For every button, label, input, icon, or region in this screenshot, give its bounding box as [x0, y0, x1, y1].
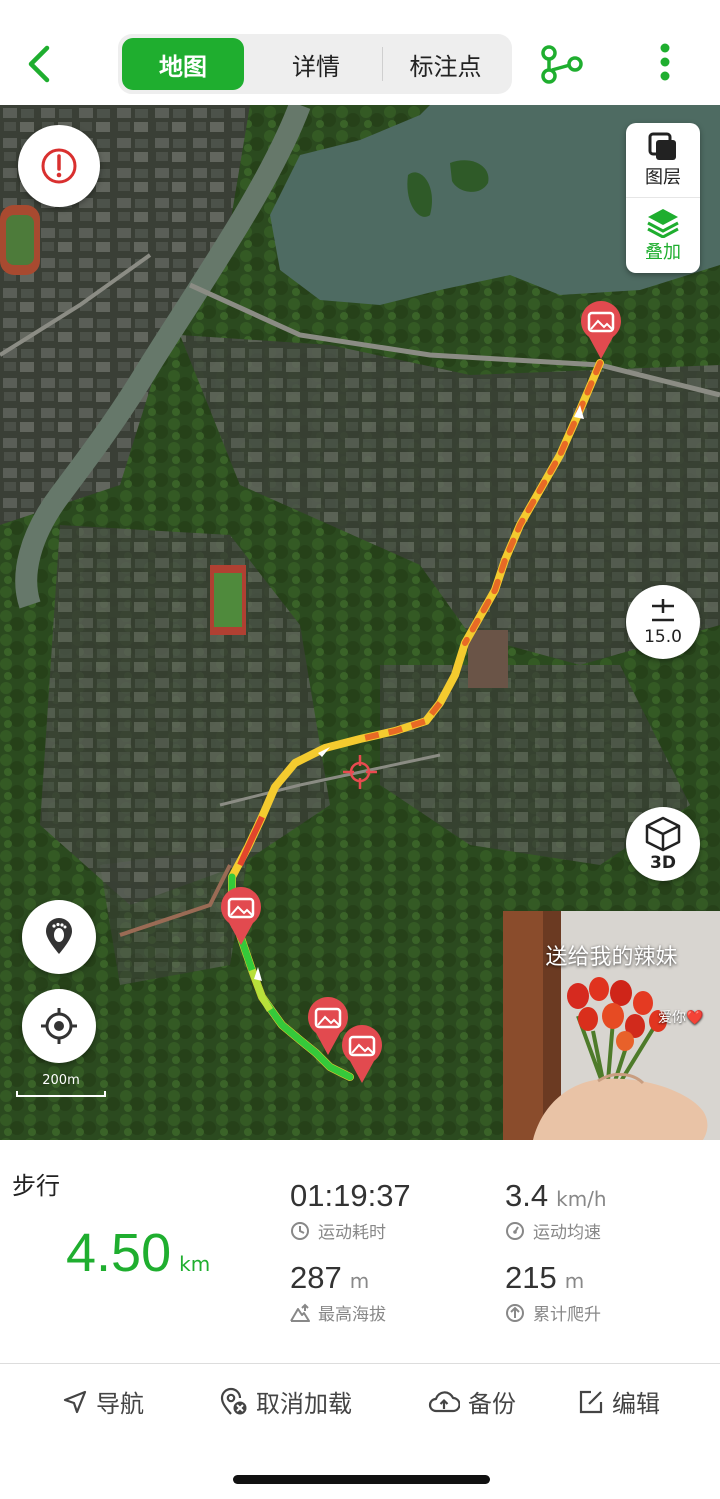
stats-panel: 步行 4.50 km 01:19:37 运动耗时 3.4 km/h 运动均速 2…: [0, 1140, 720, 1364]
avg-speed-value: 3.4: [505, 1178, 549, 1213]
edit-icon: [579, 1390, 603, 1413]
3d-toggle-button[interactable]: 3D: [626, 807, 700, 881]
stat-max-altitude: 287 m 最高海拔: [290, 1260, 386, 1325]
layers-button[interactable]: 图层: [626, 123, 700, 197]
layers-icon: [648, 132, 676, 160]
distance-unit: km: [179, 1252, 211, 1276]
alert-button[interactable]: [18, 125, 100, 207]
backup-label: 备份: [468, 1390, 516, 1418]
plus-minus-icon: [652, 599, 674, 622]
edit-label: 编辑: [612, 1390, 660, 1418]
photo-thumbnail[interactable]: 送给我的辣妹 爱你❤️: [503, 911, 720, 1140]
max-altitude-value: 287: [290, 1260, 342, 1295]
photo-caption: 送给我的辣妹: [545, 945, 678, 970]
footprint-pin-icon: [46, 918, 72, 954]
chevron-left-icon: [28, 45, 50, 83]
overlay-stack-icon: [647, 208, 679, 238]
overlay-label: 叠加: [645, 241, 681, 263]
zoom-button[interactable]: 15.0: [626, 585, 700, 659]
tab-markers[interactable]: 标注点: [383, 38, 508, 90]
cancel-load-label: 取消加载: [256, 1390, 352, 1418]
navigate-label: 导航: [96, 1390, 144, 1418]
photo-marker[interactable]: [219, 887, 263, 947]
mountain-peak-icon: [290, 1303, 310, 1322]
duration-label: 运动耗时: [318, 1223, 386, 1243]
stat-avg-speed: 3.4 km/h 运动均速: [505, 1178, 607, 1243]
photo-marker[interactable]: [579, 301, 623, 361]
tab-map[interactable]: 地图: [122, 38, 244, 90]
photo-marker[interactable]: [340, 1025, 384, 1085]
view-tabs: 地图 详情 标注点: [118, 34, 512, 94]
stat-elevation-gain: 215 m 累计爬升: [505, 1260, 601, 1325]
back-button[interactable]: [14, 36, 64, 92]
navigate-button[interactable]: 导航: [62, 1384, 144, 1419]
cancel-load-button[interactable]: 取消加载: [218, 1384, 352, 1419]
top-bar: 地图 详情 标注点: [0, 0, 720, 105]
more-vertical-icon: [660, 43, 670, 81]
layer-panel: 图层 叠加: [626, 123, 700, 273]
speedometer-icon: [506, 1221, 524, 1240]
bottom-actions: 导航 取消加载 备份 编辑: [0, 1364, 720, 1436]
scale-bar: [16, 1091, 106, 1097]
zoom-level: 15.0: [644, 627, 682, 647]
crosshair-icon: [343, 755, 377, 789]
photo-small-text: 爱你❤️: [658, 1010, 704, 1026]
elevation-gain-label: 累计爬升: [533, 1305, 601, 1325]
3d-label: 3D: [650, 853, 676, 873]
cloud-upload-icon: [428, 1390, 460, 1412]
share-nodes-icon: [541, 45, 583, 84]
location-cancel-icon: [220, 1387, 247, 1415]
avg-speed-unit: km/h: [556, 1187, 607, 1211]
total-distance: 4.50 km: [66, 1222, 210, 1284]
layers-label: 图层: [645, 167, 681, 188]
locate-target-icon: [41, 1008, 77, 1044]
more-menu-button[interactable]: [650, 40, 680, 90]
footprint-button[interactable]: [22, 900, 96, 974]
clock-icon: [291, 1221, 309, 1240]
tab-details[interactable]: 详情: [250, 38, 382, 90]
alert-icon: [41, 148, 77, 184]
navigation-arrow-icon: [63, 1390, 87, 1413]
max-altitude-unit: m: [349, 1269, 370, 1293]
map-scale: 200m: [16, 1073, 106, 1099]
share-button[interactable]: [538, 40, 588, 90]
arrow-up-circle-icon: [506, 1303, 524, 1322]
cube-icon: [645, 816, 681, 852]
overlay-button[interactable]: 叠加: [626, 197, 700, 271]
distance-value: 4.50: [66, 1223, 172, 1283]
avg-speed-label: 运动均速: [533, 1223, 601, 1243]
elevation-gain-unit: m: [564, 1269, 585, 1293]
max-altitude-label: 最高海拔: [318, 1305, 386, 1325]
edit-button[interactable]: 编辑: [578, 1384, 660, 1419]
home-indicator: [233, 1475, 490, 1484]
backup-button[interactable]: 备份: [428, 1384, 516, 1419]
stat-duration: 01:19:37 运动耗时: [290, 1178, 411, 1243]
scale-label: 200m: [42, 1073, 80, 1088]
satellite-map[interactable]: 图层 叠加 15.0 3D 200m 送给我的辣妹 爱你❤️: [0, 105, 720, 1140]
duration-value: 01:19:37: [290, 1178, 411, 1213]
activity-type: 步行: [12, 1172, 60, 1200]
elevation-gain-value: 215: [505, 1260, 557, 1295]
locate-button[interactable]: [22, 989, 96, 1063]
